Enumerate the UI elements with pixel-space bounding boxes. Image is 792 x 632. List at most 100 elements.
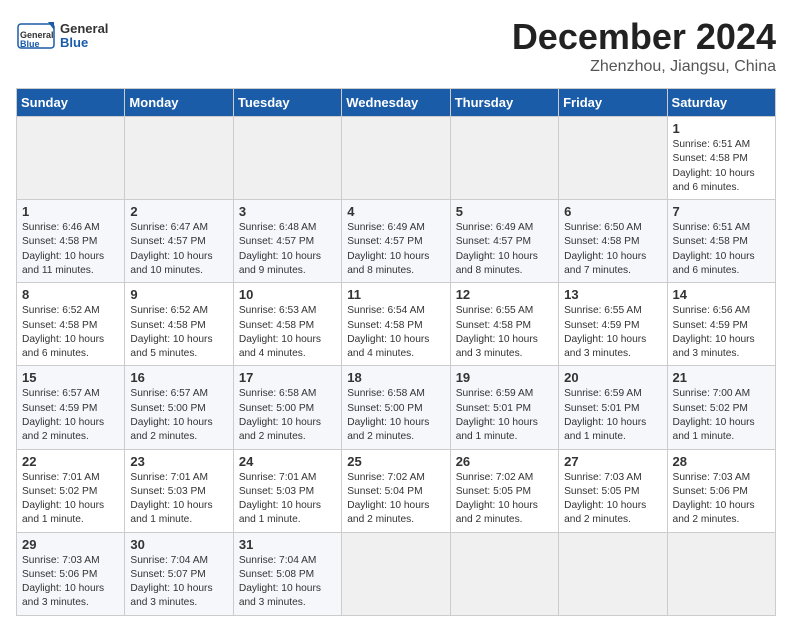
day-number: 1 xyxy=(673,121,770,136)
day-number: 4 xyxy=(347,204,444,219)
calendar-cell: 16 Sunrise: 6:57 AM Sunset: 5:00 PM Dayli… xyxy=(125,366,233,449)
calendar-cell: 23 Sunrise: 7:01 AM Sunset: 5:03 PM Dayli… xyxy=(125,449,233,532)
calendar-cell: 14 Sunrise: 6:56 AM Sunset: 4:59 PM Dayli… xyxy=(667,283,775,366)
day-number: 28 xyxy=(673,454,770,469)
cell-content: Sunrise: 7:03 AM Sunset: 5:05 PM Dayligh… xyxy=(564,471,661,528)
cell-content: Sunrise: 6:56 AM Sunset: 4:59 PM Dayligh… xyxy=(673,304,770,361)
calendar-cell: 28 Sunrise: 7:03 AM Sunset: 5:06 PM Dayli… xyxy=(667,449,775,532)
calendar-cell: 31Sunrise: 7:04 AM Sunset: 5:08 PM Dayli… xyxy=(233,532,341,615)
cell-content: Sunrise: 6:55 AM Sunset: 4:58 PM Dayligh… xyxy=(456,304,553,361)
day-header-saturday: Saturday xyxy=(667,89,775,117)
day-header-monday: Monday xyxy=(125,89,233,117)
calendar-cell: 2 Sunrise: 6:47 AM Sunset: 4:57 PM Daylig… xyxy=(125,200,233,283)
calendar-cell xyxy=(450,532,558,615)
day-number: 29 xyxy=(22,537,119,552)
calendar-cell: 12Sunrise: 6:55 AM Sunset: 4:58 PM Dayli… xyxy=(450,283,558,366)
calendar-cell: 24 Sunrise: 7:01 AM Sunset: 5:03 PM Dayli… xyxy=(233,449,341,532)
calendar-cell: 7Sunrise: 6:51 AM Sunset: 4:58 PM Daylig… xyxy=(667,200,775,283)
calendar-cell xyxy=(17,117,125,200)
cell-content: Sunrise: 6:59 AM Sunset: 5:01 PM Dayligh… xyxy=(456,387,553,444)
cell-content: Sunrise: 6:57 AM Sunset: 4:59 PM Dayligh… xyxy=(22,387,119,444)
calendar-week-5: 22 Sunrise: 7:01 AM Sunset: 5:02 PM Dayli… xyxy=(17,449,776,532)
month-title: December 2024 xyxy=(512,16,776,58)
cell-content: Sunrise: 6:48 AM Sunset: 4:57 PM Dayligh… xyxy=(239,221,336,278)
calendar-week-4: 15 Sunrise: 6:57 AM Sunset: 4:59 PM Dayli… xyxy=(17,366,776,449)
day-number: 13 xyxy=(564,287,661,302)
logo-icon: General Blue xyxy=(16,16,56,56)
calendar-cell: 6Sunrise: 6:50 AM Sunset: 4:58 PM Daylig… xyxy=(559,200,667,283)
cell-content: Sunrise: 7:03 AM Sunset: 5:06 PM Dayligh… xyxy=(22,554,119,611)
cell-content: Sunrise: 7:03 AM Sunset: 5:06 PM Dayligh… xyxy=(673,471,770,528)
calendar-cell: 3 Sunrise: 6:48 AM Sunset: 4:57 PM Daylig… xyxy=(233,200,341,283)
day-header-wednesday: Wednesday xyxy=(342,89,450,117)
cell-content: Sunrise: 7:02 AM Sunset: 5:04 PM Dayligh… xyxy=(347,471,444,528)
calendar-cell: 1 Sunrise: 6:46 AM Sunset: 4:58 PM Daylig… xyxy=(17,200,125,283)
cell-content: Sunrise: 6:47 AM Sunset: 4:57 PM Dayligh… xyxy=(130,221,227,278)
calendar-cell: 9 Sunrise: 6:52 AM Sunset: 4:58 PM Daylig… xyxy=(125,283,233,366)
day-number: 14 xyxy=(673,287,770,302)
day-number: 6 xyxy=(564,204,661,219)
calendar-cell: 26Sunrise: 7:02 AM Sunset: 5:05 PM Dayli… xyxy=(450,449,558,532)
day-number: 7 xyxy=(673,204,770,219)
day-number: 5 xyxy=(456,204,553,219)
calendar-cell xyxy=(559,532,667,615)
day-number: 3 xyxy=(239,204,336,219)
cell-content: Sunrise: 6:46 AM Sunset: 4:58 PM Dayligh… xyxy=(22,221,119,278)
day-number: 23 xyxy=(130,454,227,469)
day-header-tuesday: Tuesday xyxy=(233,89,341,117)
calendar-cell: 22 Sunrise: 7:01 AM Sunset: 5:02 PM Dayli… xyxy=(17,449,125,532)
calendar-cell: 11Sunrise: 6:54 AM Sunset: 4:58 PM Dayli… xyxy=(342,283,450,366)
cell-content: Sunrise: 7:04 AM Sunset: 5:07 PM Dayligh… xyxy=(130,554,227,611)
day-number: 2 xyxy=(130,204,227,219)
cell-content: Sunrise: 6:52 AM Sunset: 4:58 PM Dayligh… xyxy=(130,304,227,361)
calendar-cell: 8 Sunrise: 6:52 AM Sunset: 4:58 PM Daylig… xyxy=(17,283,125,366)
svg-text:Blue: Blue xyxy=(20,39,40,49)
day-header-thursday: Thursday xyxy=(450,89,558,117)
calendar-cell xyxy=(233,117,341,200)
cell-content: Sunrise: 6:57 AM Sunset: 5:00 PM Dayligh… xyxy=(130,387,227,444)
cell-content: Sunrise: 6:59 AM Sunset: 5:01 PM Dayligh… xyxy=(564,387,661,444)
day-number: 17 xyxy=(239,370,336,385)
day-number: 1 xyxy=(22,204,119,219)
day-number: 16 xyxy=(130,370,227,385)
calendar-cell xyxy=(450,117,558,200)
cell-content: Sunrise: 6:58 AM Sunset: 5:00 PM Dayligh… xyxy=(347,387,444,444)
day-number: 15 xyxy=(22,370,119,385)
logo-blue: Blue xyxy=(60,36,108,50)
calendar-cell: 18 Sunrise: 6:58 AM Sunset: 5:00 PM Dayli… xyxy=(342,366,450,449)
cell-content: Sunrise: 7:01 AM Sunset: 5:02 PM Dayligh… xyxy=(22,471,119,528)
calendar-cell: 30 Sunrise: 7:04 AM Sunset: 5:07 PM Dayli… xyxy=(125,532,233,615)
calendar-cell: 4 Sunrise: 6:49 AM Sunset: 4:57 PM Daylig… xyxy=(342,200,450,283)
day-number: 9 xyxy=(130,287,227,302)
calendar-cell: 10Sunrise: 6:53 AM Sunset: 4:58 PM Dayli… xyxy=(233,283,341,366)
cell-content: Sunrise: 7:00 AM Sunset: 5:02 PM Dayligh… xyxy=(673,387,770,444)
cell-content: Sunrise: 6:49 AM Sunset: 4:57 PM Dayligh… xyxy=(347,221,444,278)
header: General Blue General Blue December 2024 … xyxy=(16,16,776,76)
logo-general: General xyxy=(60,22,108,36)
cell-content: Sunrise: 6:58 AM Sunset: 5:00 PM Dayligh… xyxy=(239,387,336,444)
cell-content: Sunrise: 7:01 AM Sunset: 5:03 PM Dayligh… xyxy=(130,471,227,528)
cell-content: Sunrise: 6:52 AM Sunset: 4:58 PM Dayligh… xyxy=(22,304,119,361)
day-number: 10 xyxy=(239,287,336,302)
day-number: 24 xyxy=(239,454,336,469)
day-number: 18 xyxy=(347,370,444,385)
day-number: 30 xyxy=(130,537,227,552)
day-header-friday: Friday xyxy=(559,89,667,117)
calendar-cell: 13Sunrise: 6:55 AM Sunset: 4:59 PM Dayli… xyxy=(559,283,667,366)
day-number: 22 xyxy=(22,454,119,469)
calendar-header-row: SundayMondayTuesdayWednesdayThursdayFrid… xyxy=(17,89,776,117)
day-number: 11 xyxy=(347,287,444,302)
location: Zhenzhou, Jiangsu, China xyxy=(512,58,776,76)
calendar-cell xyxy=(342,117,450,200)
day-number: 21 xyxy=(673,370,770,385)
day-number: 8 xyxy=(22,287,119,302)
calendar-cell: 1 Sunrise: 6:51 AM Sunset: 4:58 PM Daylig… xyxy=(667,117,775,200)
day-number: 25 xyxy=(347,454,444,469)
day-number: 19 xyxy=(456,370,553,385)
calendar-cell: 25 Sunrise: 7:02 AM Sunset: 5:04 PM Dayli… xyxy=(342,449,450,532)
cell-content: Sunrise: 6:51 AM Sunset: 4:58 PM Dayligh… xyxy=(673,138,770,195)
calendar-cell xyxy=(125,117,233,200)
calendar-week-3: 8 Sunrise: 6:52 AM Sunset: 4:58 PM Daylig… xyxy=(17,283,776,366)
cell-content: Sunrise: 7:01 AM Sunset: 5:03 PM Dayligh… xyxy=(239,471,336,528)
calendar-cell: 5Sunrise: 6:49 AM Sunset: 4:57 PM Daylig… xyxy=(450,200,558,283)
